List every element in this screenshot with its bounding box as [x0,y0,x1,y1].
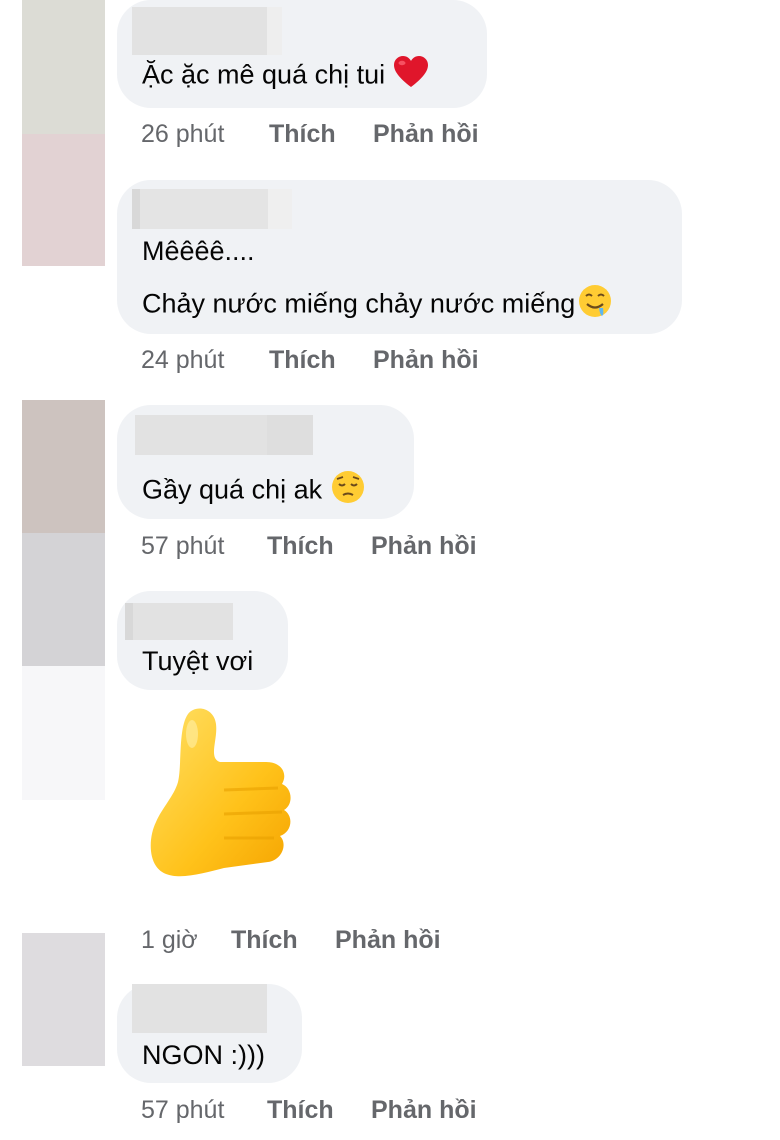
comment-text: NGON :))) [142,1040,265,1070]
comment-bubble-2[interactable]: Mêêêê.... Chảy nước miếng chảy nước miến… [117,180,682,334]
like-button[interactable]: Thích [267,1094,334,1126]
like-button[interactable]: Thích [269,344,336,376]
commenter-name-blurred[interactable] [132,7,282,55]
comment-time: 57 phút [141,1096,225,1124]
reply-button[interactable]: Phản hồi [371,1094,477,1126]
comment-bubble-3[interactable]: Gầy quá chị ak [117,405,414,519]
like-button[interactable]: Thích [231,924,298,956]
comment-bubble-4[interactable]: Tuyệt vơi [117,591,288,690]
reply-button[interactable]: Phản hồi [373,118,479,150]
drooling-face-icon [577,283,613,328]
red-heart-icon [393,55,429,98]
avatar-brown [22,400,105,533]
commenter-name-blurred[interactable] [125,603,233,640]
comment-text: Ặc ặc mê quá chị tui [142,55,429,98]
reply-button[interactable]: Phản hồi [371,530,477,562]
comment-time: 1 giờ [141,926,198,954]
avatar-faint [22,666,105,800]
comment-bubble-5[interactable]: NGON :))) [117,984,302,1083]
comment-text: Gầy quá chị ak [142,469,366,514]
like-button[interactable]: Thích [269,118,336,150]
like-button[interactable]: Thích [267,530,334,562]
comment-time: 24 phút [141,346,225,374]
avatar-pink [22,134,105,266]
reply-button[interactable]: Phản hồi [335,924,441,956]
thumbs-up-sticker-icon [148,704,298,891]
comment-text-line-2: Chảy nước miếng chảy nước miếng [142,283,613,328]
avatar-top [22,0,105,134]
reply-button[interactable]: Phản hồi [373,344,479,376]
comment-text-line-1: Mêêêê.... [142,236,255,266]
comment-text: Tuyệt vơi [142,646,254,676]
commenter-name-blurred[interactable] [132,984,267,1033]
comment-bubble-1[interactable]: Ặc ặc mê quá chị tui [117,0,487,108]
avatar-gray [22,533,105,666]
comment-time: 57 phút [141,532,225,560]
comment-time: 26 phút [141,120,225,148]
commenter-name-blurred[interactable] [132,189,292,229]
avatar-bottom [22,933,105,1066]
pensive-face-icon [330,469,366,514]
commenter-name-blurred[interactable] [135,415,313,455]
